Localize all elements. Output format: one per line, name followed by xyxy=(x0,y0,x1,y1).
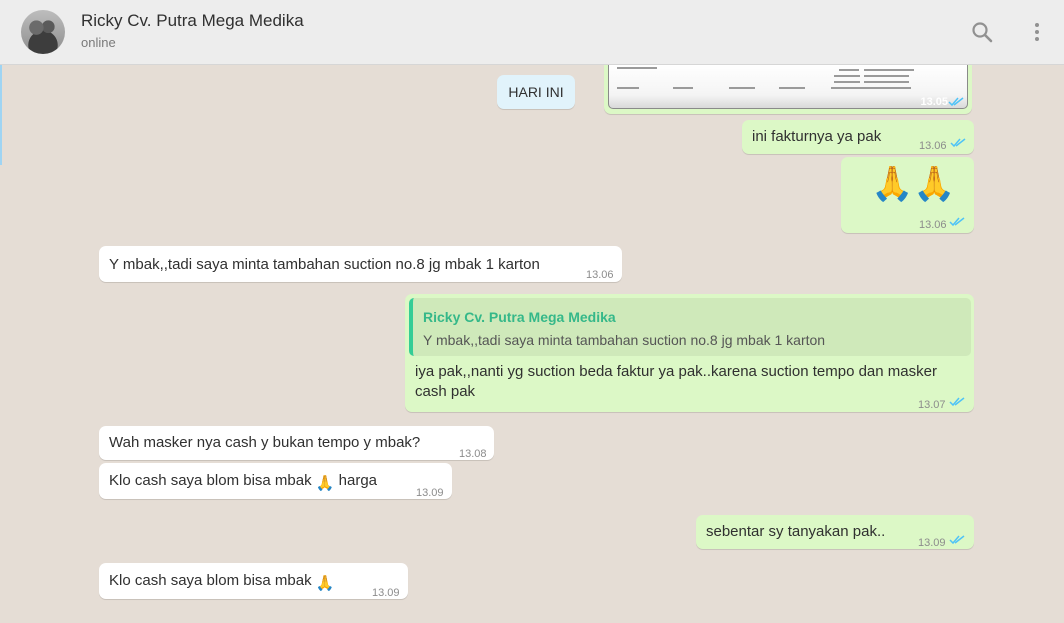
read-ticks-icon xyxy=(949,397,965,407)
message-time: 13.09 xyxy=(372,587,400,599)
message-text-before: Klo cash saya blom bisa mbak xyxy=(109,572,312,589)
message-time: 13.08 xyxy=(459,448,487,460)
message-text: ini fakturnya ya pak xyxy=(752,128,882,145)
chat-area[interactable]: 13.05 HARI INI ini fakturnya ya pak 13.0… xyxy=(0,65,1064,623)
contact-name[interactable]: Ricky Cv. Putra Mega Medika xyxy=(81,11,304,31)
message-time: 13.07 xyxy=(918,399,946,411)
incoming-message[interactable]: Wah masker nya cash y bukan tempo y mbak… xyxy=(99,426,494,460)
message-text: Klo cash saya blom bisa mbak 🙏 harga xyxy=(109,471,377,494)
emoji-text: 🙏🙏 xyxy=(871,165,956,203)
contact-avatar[interactable] xyxy=(21,10,65,54)
message-text: iya pak,,nanti yg suction beda faktur ya… xyxy=(415,363,937,400)
incoming-message[interactable]: Klo cash saya blom bisa mbak 🙏 13.09 xyxy=(99,563,408,599)
outgoing-reply-message[interactable]: Ricky Cv. Putra Mega Medika Y mbak,,tadi… xyxy=(405,294,974,412)
message-time: 13.05 xyxy=(920,96,948,108)
image-message[interactable]: 13.05 xyxy=(604,65,972,114)
message-text: Wah masker nya cash y bukan tempo y mbak… xyxy=(109,434,421,451)
contact-status: online xyxy=(81,35,116,50)
message-text: Klo cash saya blom bisa mbak 🙏 xyxy=(109,571,334,594)
folded-hands-icon: 🙏 xyxy=(315,475,335,492)
menu-dots-icon[interactable] xyxy=(1025,20,1049,44)
message-text: Y mbak,,tadi saya minta tambahan suction… xyxy=(109,256,540,273)
outgoing-message[interactable]: sebentar sy tanyakan pak.. 13.09 xyxy=(696,515,974,549)
message-text: sebentar sy tanyakan pak.. xyxy=(706,523,886,540)
date-divider: HARI INI xyxy=(497,75,575,109)
message-text-before: Klo cash saya blom bisa mbak xyxy=(109,472,312,489)
read-ticks-icon xyxy=(949,217,965,227)
chat-header: Ricky Cv. Putra Mega Medika online xyxy=(0,0,1064,65)
invoice-image[interactable] xyxy=(608,65,968,109)
incoming-message[interactable]: Y mbak,,tadi saya minta tambahan suction… xyxy=(99,246,622,282)
read-ticks-icon xyxy=(950,138,966,148)
read-ticks-icon xyxy=(949,535,965,545)
folded-hands-icon: 🙏 xyxy=(315,575,335,592)
panel-edge xyxy=(0,65,2,165)
message-time: 13.09 xyxy=(918,537,946,549)
quoted-message[interactable]: Ricky Cv. Putra Mega Medika Y mbak,,tadi… xyxy=(409,298,971,356)
search-icon[interactable] xyxy=(970,20,994,44)
message-text-after: harga xyxy=(338,472,378,489)
quoted-sender: Ricky Cv. Putra Mega Medika xyxy=(423,309,616,325)
outgoing-message[interactable]: ini fakturnya ya pak 13.06 xyxy=(742,120,974,154)
read-ticks-icon xyxy=(948,97,964,107)
message-time: 13.06 xyxy=(919,219,947,231)
outgoing-emoji-message[interactable]: 🙏🙏 13.06 xyxy=(841,157,974,233)
quoted-text: Y mbak,,tadi saya minta tambahan suction… xyxy=(423,332,826,348)
incoming-message[interactable]: Klo cash saya blom bisa mbak 🙏 harga 13.… xyxy=(99,463,452,499)
message-time: 13.06 xyxy=(586,269,614,281)
message-time: 13.09 xyxy=(416,487,444,499)
message-time: 13.06 xyxy=(919,140,947,152)
